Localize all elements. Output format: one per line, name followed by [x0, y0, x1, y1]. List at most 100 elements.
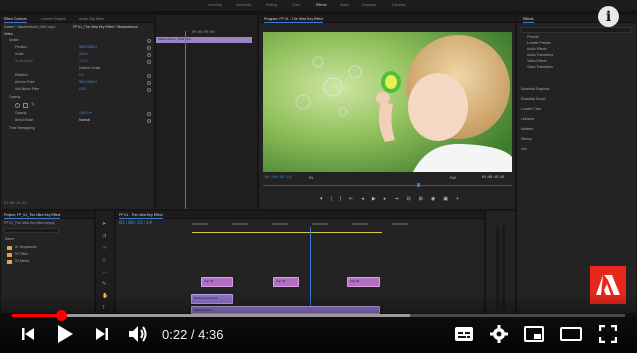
slip-tool-icon[interactable]: ↔: [102, 269, 108, 275]
value-scale-width[interactable]: 100.0: [79, 59, 88, 65]
settings-button[interactable]: [487, 322, 511, 346]
tab-audio-clip-mixer[interactable]: Audio Clip Mixer: [79, 17, 104, 21]
blend-mode-select[interactable]: Normal: [79, 118, 90, 124]
timeline-clip[interactable]: Clip 02: [273, 277, 299, 287]
tab-program[interactable]: Program: FP 01 - The Ultra Key Effect: [264, 17, 323, 23]
info-icon[interactable]: i: [598, 6, 619, 27]
panel-history[interactable]: History: [521, 137, 532, 143]
step-back-icon[interactable]: ◂: [361, 196, 364, 202]
rectangle-mask-icon[interactable]: [23, 103, 28, 108]
fullscreen-button[interactable]: [596, 322, 620, 346]
progress-bar[interactable]: [12, 314, 625, 317]
mini-playhead[interactable]: [185, 31, 186, 209]
go-to-out-icon[interactable]: ⇥: [394, 196, 398, 202]
bin-titles[interactable]: 02 Titles: [15, 252, 28, 258]
stopwatch-icon[interactable]: [147, 74, 151, 78]
play-icon[interactable]: ▶: [372, 196, 376, 202]
panel-info[interactable]: Info: [521, 147, 527, 153]
effect-controls-timecode[interactable]: 01:00:15:14: [4, 202, 26, 208]
subtitles-button[interactable]: [452, 322, 476, 346]
extract-icon[interactable]: ⊠: [419, 196, 423, 202]
effects-search-input[interactable]: [521, 27, 631, 33]
quality-select[interactable]: Full: [450, 176, 455, 182]
value-scale[interactable]: 100.0: [79, 52, 88, 58]
stopwatch-icon[interactable]: [147, 81, 151, 85]
previous-button[interactable]: [16, 322, 40, 346]
panel-libraries[interactable]: Libraries: [521, 117, 534, 123]
prop-motion[interactable]: Motion: [9, 38, 19, 44]
value-rotation[interactable]: 0.0: [79, 73, 84, 79]
mark-out-icon[interactable]: |: [340, 196, 341, 202]
lift-icon[interactable]: ⊟: [406, 196, 410, 202]
mark-in-icon[interactable]: |: [331, 196, 332, 202]
export-frame-icon[interactable]: ◉: [431, 196, 435, 202]
project-column-name[interactable]: Name: [5, 237, 14, 243]
stopwatch-icon[interactable]: [147, 53, 151, 57]
timeline-clip[interactable]: Clip 01: [201, 277, 233, 287]
value-anchor-point[interactable]: 960.0 540.0: [79, 80, 97, 86]
panel-essential-graphics[interactable]: Essential Graphics: [521, 87, 549, 93]
project-search-input[interactable]: [4, 228, 59, 233]
stopwatch-icon[interactable]: [147, 46, 151, 50]
panel-essential-sound[interactable]: Essential Sound: [521, 97, 546, 103]
next-button[interactable]: [90, 322, 114, 346]
workspace-editing[interactable]: Editing: [266, 3, 277, 7]
add-marker-icon[interactable]: ▾: [320, 196, 323, 202]
workspace-effects[interactable]: Effects: [316, 3, 327, 7]
workspace-color[interactable]: Color: [292, 3, 300, 7]
progress-scrubber[interactable]: [56, 310, 68, 321]
button-editor-icon[interactable]: +: [456, 196, 459, 202]
tab-effects[interactable]: Effects: [523, 17, 534, 23]
stopwatch-icon[interactable]: [147, 88, 151, 92]
program-video-frame[interactable]: [263, 32, 512, 172]
fit-select[interactable]: Fit: [309, 176, 313, 182]
workspace-learning[interactable]: Learning: [208, 3, 222, 7]
bin-sequences[interactable]: 01 Sequences: [15, 245, 37, 251]
timeline-timecode[interactable]: 01:00:15:14: [119, 220, 152, 226]
workspace-assembly[interactable]: Assembly: [236, 3, 251, 7]
workspace-audio[interactable]: Audio: [340, 3, 349, 7]
prop-opacity-group[interactable]: Opacity: [9, 95, 21, 101]
tab-sequence[interactable]: FP 01 - The Ultra Key Effect: [119, 213, 163, 219]
tab-project[interactable]: Project: FP_01_The Ultra Key Effect: [4, 213, 61, 219]
stopwatch-icon[interactable]: [147, 60, 151, 64]
program-playhead[interactable]: [417, 183, 420, 187]
track-select-tool-icon[interactable]: ⇉: [102, 233, 108, 239]
breadcrumb[interactable]: Master * Maskedshoot_0002.mp4: [4, 25, 55, 31]
go-to-in-icon[interactable]: ⇤: [349, 196, 353, 202]
miniplayer-button[interactable]: [522, 322, 546, 346]
stopwatch-icon[interactable]: [147, 112, 151, 116]
timeline-tabs: FP 01 - The Ultra Key Effect: [116, 211, 484, 219]
stopwatch-icon[interactable]: [147, 119, 151, 123]
value-opacity[interactable]: 100.0 %: [79, 111, 91, 117]
program-scrub-bar[interactable]: [263, 185, 512, 186]
pen-tool-icon[interactable]: ✎: [102, 281, 108, 287]
panel-markers[interactable]: Markers: [521, 127, 533, 133]
workspace-libraries[interactable]: Libraries: [392, 3, 405, 7]
razor-tool-icon[interactable]: ◇: [102, 257, 108, 263]
volume-button[interactable]: [124, 322, 152, 346]
mini-timeline-clip[interactable]: Maskedshoot_0002.mp4: [156, 37, 252, 43]
tab-lumetri-scopes[interactable]: Lumetri Scopes: [41, 17, 65, 21]
program-timecode[interactable]: 01:00:15:14: [265, 176, 291, 182]
compare-icon[interactable]: ▣: [443, 196, 448, 202]
prop-time-remapping[interactable]: Time Remapping: [9, 126, 35, 132]
value-anti-flicker[interactable]: 0.00: [79, 87, 86, 93]
ellipse-mask-icon[interactable]: [15, 103, 20, 108]
effects-folder-video-transitions[interactable]: Video Transitions: [527, 65, 553, 71]
value-position[interactable]: 960.0 540.0: [79, 45, 97, 51]
timeline-clip[interactable]: Clip 03: [347, 277, 380, 287]
pen-mask-icon[interactable]: ✎: [31, 103, 36, 108]
bin-media[interactable]: 03 Media: [15, 259, 29, 265]
theater-mode-button[interactable]: [559, 322, 583, 346]
workspace-graphics[interactable]: Graphics: [362, 3, 376, 7]
uniform-scale-checkbox[interactable]: Uniform Scale: [79, 66, 100, 72]
stopwatch-icon[interactable]: [147, 39, 151, 43]
play-button[interactable]: [52, 322, 78, 346]
selection-tool-icon[interactable]: ➤: [102, 221, 108, 227]
ripple-edit-tool-icon[interactable]: ⊣: [102, 245, 108, 251]
work-area-bar[interactable]: [192, 232, 382, 233]
step-forward-icon[interactable]: ▸: [384, 196, 387, 202]
panel-lumetri-color[interactable]: Lumetri Color: [521, 107, 541, 113]
tab-effect-controls[interactable]: Effect Controls: [4, 17, 27, 23]
